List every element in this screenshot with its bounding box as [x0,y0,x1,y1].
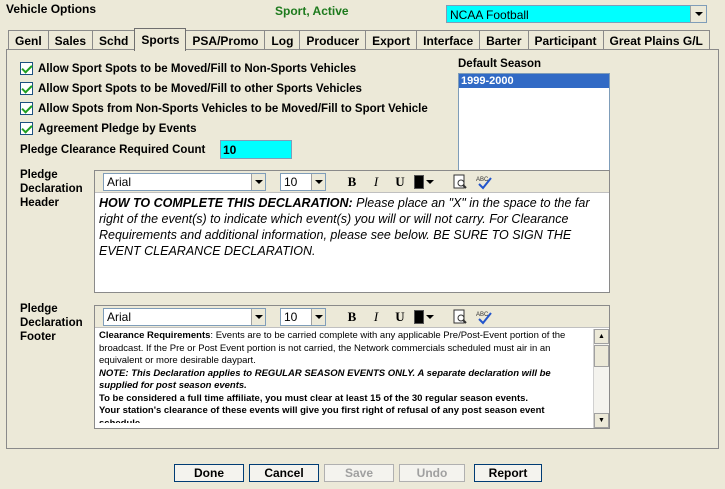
window-title: Vehicle Options [6,2,97,16]
tab-barter[interactable]: Barter [479,30,529,50]
chevron-down-icon[interactable] [690,6,706,22]
size-select[interactable]: 10 [280,307,326,326]
size-select[interactable]: 10 [280,172,326,191]
spellcheck-icon: ABC [476,177,492,189]
option-move-to-non-sports[interactable]: Allow Sport Spots to be Moved/Fill to No… [20,62,356,75]
footer-editor[interactable]: Arial 10 B I U ABC Clearance Requirement… [94,305,610,429]
chevron-down-icon [426,314,434,319]
scroll-down-icon[interactable]: ▼ [594,413,609,428]
italic-button[interactable]: I [366,173,386,191]
checkbox[interactable] [20,82,33,95]
spellcheck-button[interactable]: ABC [474,173,494,191]
checkbox[interactable] [20,122,33,135]
tab-log[interactable]: Log [264,30,301,50]
tab-genl[interactable]: Genl [8,30,49,50]
underline-button[interactable]: U [390,173,410,191]
chevron-down-icon[interactable] [311,173,325,190]
checkbox[interactable] [20,62,33,75]
color-swatch-icon [414,174,424,189]
scroll-thumb[interactable] [594,345,609,367]
bold-button[interactable]: B [342,308,362,326]
print-preview-button[interactable] [450,173,470,191]
spellcheck-icon: ABC [476,312,492,324]
print-preview-button[interactable] [450,308,470,326]
color-swatch-icon [414,309,424,324]
sport-select-value: NCAA Football [450,8,529,22]
print-preview-icon [453,174,467,189]
done-button[interactable]: Done [174,464,244,482]
pledge-count-label: Pledge Clearance Required Count [20,144,206,156]
save-button[interactable]: Save [324,464,394,482]
tab-participant[interactable]: Participant [527,30,604,50]
cancel-button[interactable]: Cancel [249,464,319,482]
chevron-down-icon[interactable] [251,308,265,325]
tab-bar: Genl Sales Schd Sports PSA/Promo Log Pro… [8,28,710,51]
tab-great-plains[interactable]: Great Plains G/L [602,30,710,50]
color-button[interactable] [414,173,434,191]
tab-interface[interactable]: Interface [416,30,481,50]
bold-button[interactable]: B [342,173,362,191]
sport-select[interactable]: NCAA Football [446,5,707,23]
chevron-down-icon[interactable] [251,173,265,190]
tab-sports[interactable]: Sports [134,28,187,51]
tab-schd[interactable]: Schd [92,30,136,50]
status-label: Sport, Active [275,4,349,18]
print-preview-icon [453,309,467,324]
chevron-down-icon [426,179,434,184]
footer-label: Pledge Declaration Footer [20,303,83,343]
font-select[interactable]: Arial [103,172,266,191]
tab-psa-promo[interactable]: PSA/Promo [185,30,266,50]
header-text[interactable]: HOW TO COMPLETE THIS DECLARATION: Please… [95,193,609,261]
color-button[interactable] [414,308,434,326]
spellcheck-button[interactable]: ABC [474,308,494,326]
checkbox[interactable] [20,102,33,115]
option-agreement-pledge[interactable]: Agreement Pledge by Events [20,122,197,135]
underline-button[interactable]: U [390,308,410,326]
report-button[interactable]: Report [474,464,542,482]
undo-button[interactable]: Undo [399,464,465,482]
header-toolbar: Arial 10 B I U ABC [95,171,609,193]
footer-scrollbar[interactable]: ▲ ▼ [593,329,609,428]
scroll-up-icon[interactable]: ▲ [594,329,609,344]
header-editor[interactable]: Arial 10 B I U ABC HOW TO COMPLETE THIS … [94,170,610,293]
default-season-label: Default Season [458,58,542,70]
chevron-down-icon[interactable] [311,308,325,325]
footer-text[interactable]: Clearance Requirements: Events are to be… [95,328,591,423]
list-item[interactable]: 1999-2000 [459,74,609,88]
footer-toolbar: Arial 10 B I U ABC [95,306,609,328]
tab-export[interactable]: Export [365,30,418,50]
font-select[interactable]: Arial [103,307,266,326]
italic-button[interactable]: I [366,308,386,326]
option-non-sports-to-sport[interactable]: Allow Spots from Non-Sports Vehicles to … [20,102,428,115]
header-label: Pledge Declaration Header [20,169,83,209]
pledge-count-input[interactable]: 10 [220,140,292,159]
tab-producer[interactable]: Producer [299,30,367,50]
option-move-to-other-sports[interactable]: Allow Sport Spots to be Moved/Fill to ot… [20,82,362,95]
tab-sales[interactable]: Sales [47,30,94,50]
